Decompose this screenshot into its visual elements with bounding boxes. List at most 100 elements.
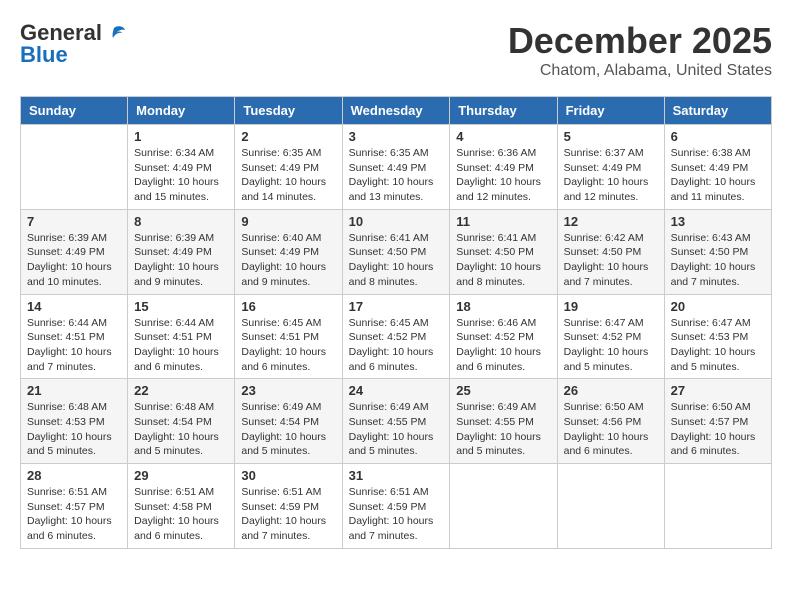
day-info: Sunrise: 6:47 AM Sunset: 4:52 PM Dayligh… [564,316,658,375]
day-info: Sunrise: 6:35 AM Sunset: 4:49 PM Dayligh… [349,146,444,205]
location-subtitle: Chatom, Alabama, United States [508,62,772,80]
calendar-week-row: 28Sunrise: 6:51 AM Sunset: 4:57 PM Dayli… [21,464,772,549]
day-number: 21 [27,383,121,398]
day-info: Sunrise: 6:49 AM Sunset: 4:55 PM Dayligh… [456,400,550,459]
day-info: Sunrise: 6:50 AM Sunset: 4:57 PM Dayligh… [671,400,765,459]
day-number: 6 [671,129,765,144]
day-number: 22 [134,383,228,398]
day-number: 10 [349,214,444,229]
day-number: 7 [27,214,121,229]
weekday-header-wednesday: Wednesday [342,97,450,125]
day-info: Sunrise: 6:37 AM Sunset: 4:49 PM Dayligh… [564,146,658,205]
calendar-cell: 22 Sunrise: 6:48 AM Sunset: 4:54 PM Dayli… [128,379,235,464]
day-info: Sunrise: 6:47 AM Sunset: 4:53 PM Dayligh… [671,316,765,375]
calendar-cell: 15 Sunrise: 6:44 AM Sunset: 4:51 PM Dayli… [128,294,235,379]
day-number: 29 [134,468,228,483]
day-info: Sunrise: 6:38 AM Sunset: 4:49 PM Dayligh… [671,146,765,205]
day-number: 25 [456,383,550,398]
calendar-cell [450,464,557,549]
calendar-cell: 7 Sunrise: 6:39 AM Sunset: 4:49 PM Daylig… [21,209,128,294]
weekday-header-saturday: Saturday [664,97,771,125]
calendar-header-row: SundayMondayTuesdayWednesdayThursdayFrid… [21,97,772,125]
day-number: 11 [456,214,550,229]
day-info: Sunrise: 6:48 AM Sunset: 4:53 PM Dayligh… [27,400,121,459]
calendar-cell: 30 Sunrise: 6:51 AM Sunset: 4:59 PM Dayli… [235,464,342,549]
calendar-cell: 19 Sunrise: 6:47 AM Sunset: 4:52 PM Dayli… [557,294,664,379]
day-info: Sunrise: 6:44 AM Sunset: 4:51 PM Dayligh… [27,316,121,375]
calendar-table: SundayMondayTuesdayWednesdayThursdayFrid… [20,96,772,549]
month-title: December 2025 [508,20,772,62]
day-info: Sunrise: 6:39 AM Sunset: 4:49 PM Dayligh… [27,231,121,290]
calendar-cell: 27 Sunrise: 6:50 AM Sunset: 4:57 PM Dayli… [664,379,771,464]
day-number: 5 [564,129,658,144]
day-info: Sunrise: 6:36 AM Sunset: 4:49 PM Dayligh… [456,146,550,205]
calendar-cell: 3 Sunrise: 6:35 AM Sunset: 4:49 PM Daylig… [342,125,450,210]
weekday-header-tuesday: Tuesday [235,97,342,125]
calendar-week-row: 21 Sunrise: 6:48 AM Sunset: 4:53 PM Dayli… [21,379,772,464]
calendar-cell: 6 Sunrise: 6:38 AM Sunset: 4:49 PM Daylig… [664,125,771,210]
day-info: Sunrise: 6:51 AM Sunset: 4:59 PM Dayligh… [349,485,444,544]
weekday-header-monday: Monday [128,97,235,125]
day-info: Sunrise: 6:43 AM Sunset: 4:50 PM Dayligh… [671,231,765,290]
day-number: 17 [349,299,444,314]
day-number: 19 [564,299,658,314]
day-number: 30 [241,468,335,483]
day-info: Sunrise: 6:46 AM Sunset: 4:52 PM Dayligh… [456,316,550,375]
weekday-header-thursday: Thursday [450,97,557,125]
day-number: 13 [671,214,765,229]
calendar-cell: 2 Sunrise: 6:35 AM Sunset: 4:49 PM Daylig… [235,125,342,210]
calendar-cell: 18 Sunrise: 6:46 AM Sunset: 4:52 PM Dayli… [450,294,557,379]
calendar-week-row: 14 Sunrise: 6:44 AM Sunset: 4:51 PM Dayli… [21,294,772,379]
day-info: Sunrise: 6:42 AM Sunset: 4:50 PM Dayligh… [564,231,658,290]
day-info: Sunrise: 6:48 AM Sunset: 4:54 PM Dayligh… [134,400,228,459]
day-number: 15 [134,299,228,314]
calendar-cell: 17 Sunrise: 6:45 AM Sunset: 4:52 PM Dayli… [342,294,450,379]
calendar-cell: 5 Sunrise: 6:37 AM Sunset: 4:49 PM Daylig… [557,125,664,210]
day-number: 27 [671,383,765,398]
day-info: Sunrise: 6:51 AM Sunset: 4:59 PM Dayligh… [241,485,335,544]
day-number: 24 [349,383,444,398]
calendar-cell: 1Sunrise: 6:34 AM Sunset: 4:49 PM Daylig… [128,125,235,210]
day-info: Sunrise: 6:39 AM Sunset: 4:49 PM Dayligh… [134,231,228,290]
day-number: 14 [27,299,121,314]
day-info: Sunrise: 6:49 AM Sunset: 4:54 PM Dayligh… [241,400,335,459]
calendar-week-row: 7 Sunrise: 6:39 AM Sunset: 4:49 PM Daylig… [21,209,772,294]
calendar-cell: 8Sunrise: 6:39 AM Sunset: 4:49 PM Daylig… [128,209,235,294]
day-number: 3 [349,129,444,144]
day-info: Sunrise: 6:51 AM Sunset: 4:58 PM Dayligh… [134,485,228,544]
calendar-cell: 28Sunrise: 6:51 AM Sunset: 4:57 PM Dayli… [21,464,128,549]
day-info: Sunrise: 6:45 AM Sunset: 4:52 PM Dayligh… [349,316,444,375]
weekday-header-sunday: Sunday [21,97,128,125]
calendar-cell [664,464,771,549]
day-info: Sunrise: 6:35 AM Sunset: 4:49 PM Dayligh… [241,146,335,205]
calendar-cell [21,125,128,210]
calendar-cell: 20 Sunrise: 6:47 AM Sunset: 4:53 PM Dayli… [664,294,771,379]
logo-bird-icon [104,24,126,42]
calendar-cell: 13 Sunrise: 6:43 AM Sunset: 4:50 PM Dayli… [664,209,771,294]
calendar-cell: 10Sunrise: 6:41 AM Sunset: 4:50 PM Dayli… [342,209,450,294]
calendar-cell [557,464,664,549]
day-number: 31 [349,468,444,483]
day-number: 18 [456,299,550,314]
day-info: Sunrise: 6:34 AM Sunset: 4:49 PM Dayligh… [134,146,228,205]
day-info: Sunrise: 6:44 AM Sunset: 4:51 PM Dayligh… [134,316,228,375]
calendar-cell: 11Sunrise: 6:41 AM Sunset: 4:50 PM Dayli… [450,209,557,294]
page-header: General Blue December 2025 Chatom, Alaba… [20,20,772,80]
calendar-week-row: 1Sunrise: 6:34 AM Sunset: 4:49 PM Daylig… [21,125,772,210]
day-number: 9 [241,214,335,229]
calendar-cell: 14 Sunrise: 6:44 AM Sunset: 4:51 PM Dayli… [21,294,128,379]
weekday-header-friday: Friday [557,97,664,125]
day-number: 2 [241,129,335,144]
day-number: 12 [564,214,658,229]
calendar-cell: 21 Sunrise: 6:48 AM Sunset: 4:53 PM Dayli… [21,379,128,464]
calendar-cell: 12 Sunrise: 6:42 AM Sunset: 4:50 PM Dayli… [557,209,664,294]
day-info: Sunrise: 6:50 AM Sunset: 4:56 PM Dayligh… [564,400,658,459]
title-area: December 2025 Chatom, Alabama, United St… [508,20,772,80]
calendar-cell: 25 Sunrise: 6:49 AM Sunset: 4:55 PM Dayli… [450,379,557,464]
calendar-cell: 16Sunrise: 6:45 AM Sunset: 4:51 PM Dayli… [235,294,342,379]
day-number: 4 [456,129,550,144]
day-info: Sunrise: 6:49 AM Sunset: 4:55 PM Dayligh… [349,400,444,459]
day-number: 28 [27,468,121,483]
logo-text-blue: Blue [20,42,68,68]
day-number: 20 [671,299,765,314]
